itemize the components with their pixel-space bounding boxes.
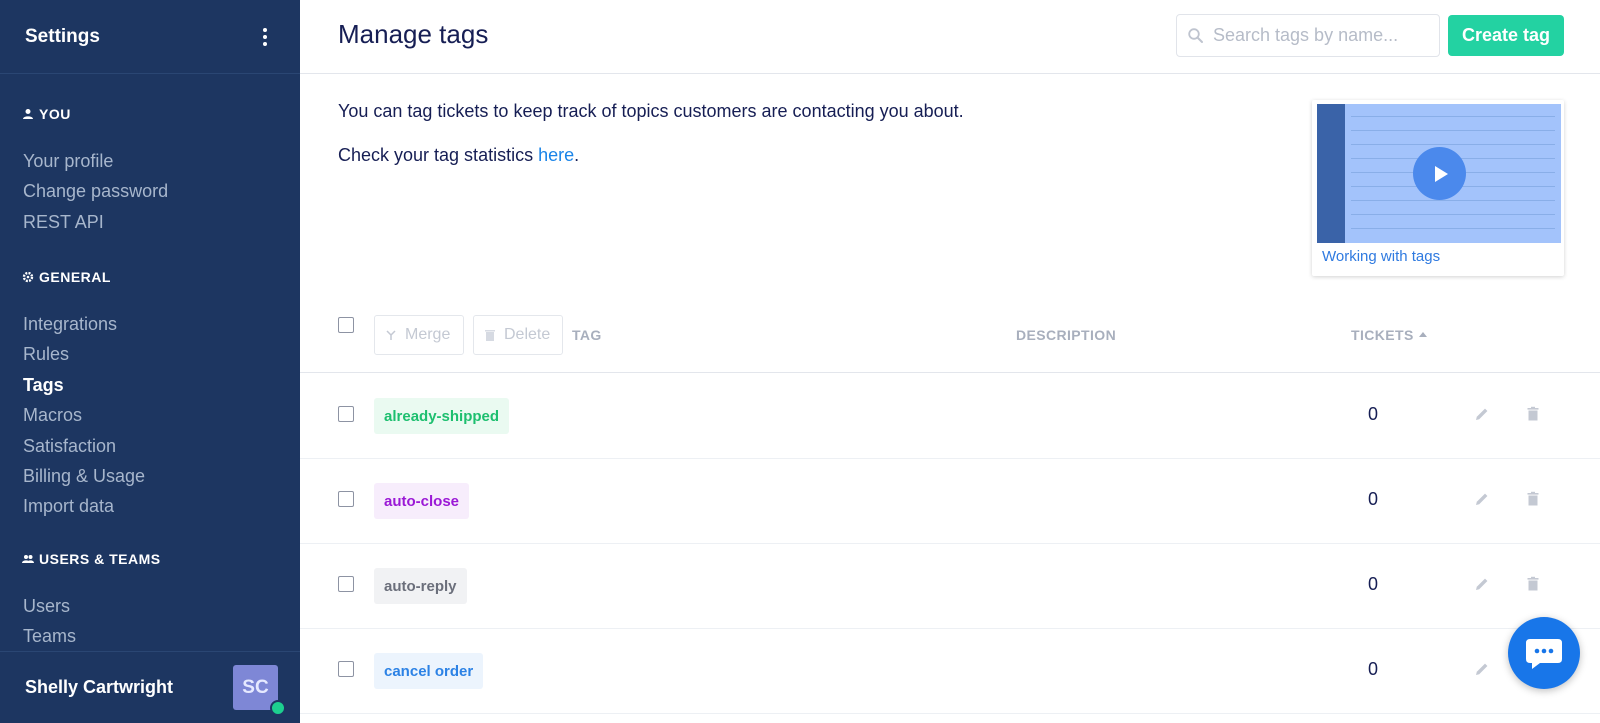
tutorial-video-card[interactable]: Working with tags [1312, 100, 1564, 276]
avatar-initials: SC [242, 676, 269, 698]
row-checkbox[interactable] [338, 576, 354, 592]
column-header-tag[interactable]: TAG [572, 327, 602, 343]
section-you: YOU Your profile Change password REST AP… [0, 104, 300, 237]
sidebar-item-tags[interactable]: Tags [0, 370, 300, 400]
sidebar-item-rules[interactable]: Rules [0, 339, 300, 369]
settings-sidebar: Settings YOU Your profile Change passwor… [0, 0, 300, 723]
delete-icon[interactable] [1524, 405, 1542, 423]
online-status-icon [270, 700, 286, 716]
delete-icon[interactable] [1524, 575, 1542, 593]
trash-icon [485, 330, 495, 341]
sidebar-item-macros[interactable]: Macros [0, 400, 300, 430]
chat-icon [1526, 639, 1562, 669]
column-header-tickets[interactable]: TICKETS [1351, 327, 1427, 343]
sidebar-item-integrations[interactable]: Integrations [0, 309, 300, 339]
sidebar-item-satisfaction[interactable]: Satisfaction [0, 431, 300, 461]
select-all-checkbox[interactable] [338, 317, 354, 333]
avatar[interactable]: SC [233, 665, 286, 716]
video-thumbnail[interactable] [1317, 104, 1561, 243]
video-title[interactable]: Working with tags [1322, 248, 1440, 265]
create-tag-button[interactable]: Create tag [1448, 15, 1564, 56]
section-title-you: YOU [0, 104, 300, 124]
chat-widget-button[interactable] [1508, 617, 1580, 689]
search-box[interactable] [1176, 14, 1440, 57]
merge-button[interactable]: Merge [374, 315, 464, 355]
sidebar-item-teams[interactable]: Teams [0, 621, 300, 651]
gear-icon [22, 271, 34, 283]
tag-chip[interactable]: auto-close [374, 483, 470, 519]
people-icon [22, 555, 34, 563]
table-row: cancel order 0 [300, 629, 1600, 714]
user-footer[interactable]: Shelly Cartwright SC [0, 651, 300, 723]
page-header: Manage tags Create tag [300, 0, 1600, 74]
sidebar-item-change-password[interactable]: Change password [0, 176, 300, 206]
sidebar-title: Settings [25, 25, 100, 47]
search-input[interactable] [1213, 25, 1433, 46]
intro-line: You can tag tickets to keep track of top… [338, 101, 964, 121]
sidebar-item-users[interactable]: Users [0, 591, 300, 621]
section-title-users-teams: USERS & TEAMS [0, 549, 300, 569]
tag-chip[interactable]: already-shipped [374, 398, 510, 434]
sidebar-item-rest-api[interactable]: REST API [0, 207, 300, 237]
section-users-teams: USERS & TEAMS Users Teams [0, 549, 300, 652]
statistics-line: Check your tag statistics here. [338, 145, 580, 166]
person-icon [23, 109, 33, 119]
statistics-link[interactable]: here [538, 145, 574, 165]
ticket-count: 0 [1368, 659, 1379, 679]
delete-icon[interactable] [1524, 490, 1542, 508]
table-header: Merge Delete TAG DESCRIPTION TICKETS [300, 302, 1600, 373]
play-icon[interactable] [1413, 147, 1466, 200]
ticket-count: 0 [1368, 404, 1379, 424]
main-content: Manage tags Create tag You can tag ticke… [300, 0, 1600, 723]
intro-text: You can tag tickets to keep track of top… [338, 100, 964, 189]
table-row: already-shipped 0 [300, 374, 1600, 459]
tag-chip[interactable]: auto-reply [374, 568, 467, 604]
sidebar-header: Settings [0, 0, 300, 74]
sidebar-item-your-profile[interactable]: Your profile [0, 146, 300, 176]
edit-icon[interactable] [1473, 660, 1491, 678]
edit-icon[interactable] [1473, 575, 1491, 593]
row-checkbox[interactable] [338, 661, 354, 677]
table-row: auto-close 0 [300, 459, 1600, 544]
bulk-delete-button[interactable]: Delete [473, 315, 563, 355]
edit-icon[interactable] [1473, 405, 1491, 423]
ticket-count: 0 [1368, 489, 1379, 509]
sidebar-item-billing-usage[interactable]: Billing & Usage [0, 461, 300, 491]
section-title-general: GENERAL [0, 267, 300, 287]
ticket-count: 0 [1368, 574, 1379, 594]
sort-ascending-icon [1418, 332, 1427, 337]
edit-icon[interactable] [1473, 490, 1491, 508]
column-header-description[interactable]: DESCRIPTION [1016, 327, 1116, 343]
user-name: Shelly Cartwright [25, 677, 174, 697]
sidebar-item-import-data[interactable]: Import data [0, 491, 300, 521]
merge-icon [386, 330, 396, 340]
search-icon [1188, 28, 1203, 43]
row-checkbox[interactable] [338, 406, 354, 422]
table-row: auto-reply 0 [300, 544, 1600, 629]
tag-chip[interactable]: cancel order [374, 653, 484, 689]
row-checkbox[interactable] [338, 491, 354, 507]
section-general: GENERAL Integrations Rules Tags Macros S… [0, 267, 300, 522]
page-title: Manage tags [338, 19, 489, 49]
more-options-icon[interactable] [255, 27, 275, 47]
